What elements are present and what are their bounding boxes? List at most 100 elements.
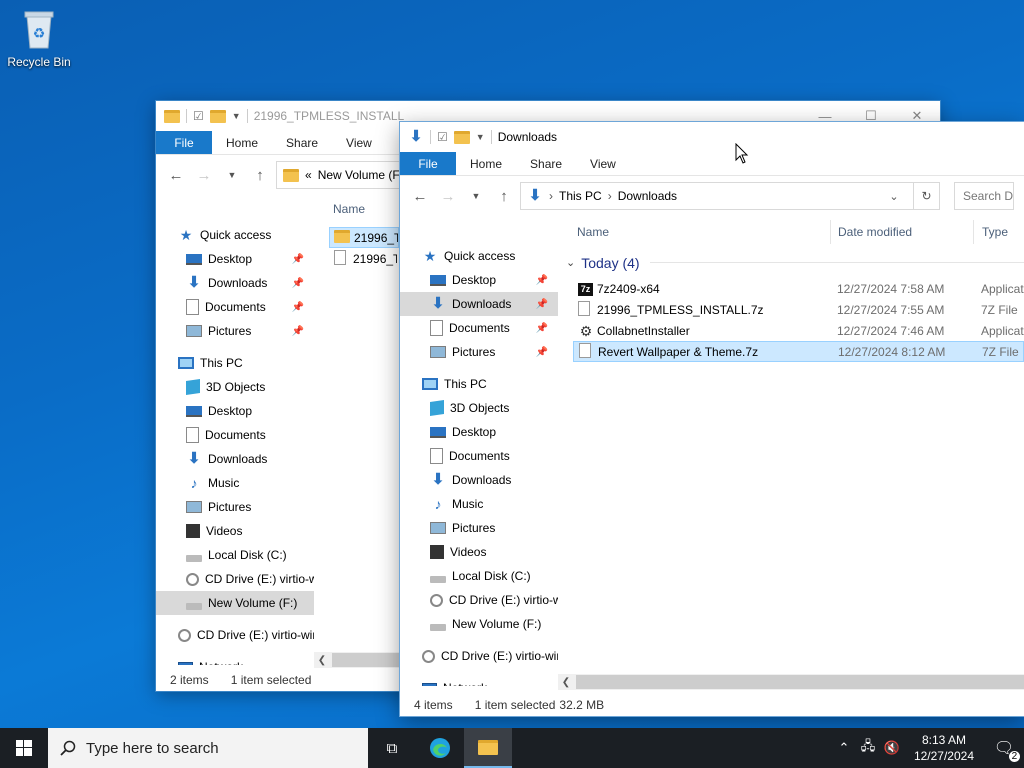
sidebar-item-desktop[interactable]: Desktop 📌 [400, 268, 558, 292]
sidebar-item-downloads[interactable]: ⬇ Downloads [156, 447, 314, 471]
sidebar-item-pictures[interactable]: Pictures [156, 495, 314, 519]
file-row[interactable]: 7z 7z2409-x64 12/27/2024 7:58 AM Applica… [573, 278, 1024, 299]
pin-icon[interactable]: 📌 [292, 254, 304, 265]
refresh-button[interactable]: ↻ [913, 183, 939, 209]
pin-icon[interactable]: 📌 [292, 302, 304, 313]
address-bar[interactable]: ⬇ › This PC › Downloads ⌄ ↻ [520, 182, 940, 210]
sidebar-item-new-volume-f[interactable]: New Volume (F:) [400, 612, 558, 636]
breadcrumb-this-pc[interactable]: This PC [559, 189, 602, 203]
forward-button[interactable]: → [436, 184, 460, 208]
pin-icon[interactable]: 📌 [536, 323, 548, 334]
breadcrumb-separator[interactable]: › [549, 189, 553, 203]
address-dropdown-icon[interactable]: ⌄ [881, 190, 907, 203]
pin-icon[interactable]: 📌 [536, 275, 548, 286]
taskbar-search-box[interactable]: Type here to search [48, 728, 368, 768]
new-folder-icon[interactable] [209, 109, 226, 123]
up-button[interactable]: ↑ [492, 184, 516, 208]
sidebar-item-videos[interactable]: Videos [156, 519, 314, 543]
sidebar-item-downloads[interactable]: ⬇ Downloads [400, 468, 558, 492]
task-view-button[interactable]: ⧉ [368, 728, 416, 768]
tab-view[interactable]: View [332, 131, 386, 154]
nav-cd-drive[interactable]: CD Drive (E:) virtio-win [400, 644, 558, 668]
sidebar-item-desktop[interactable]: Desktop 📌 [156, 247, 314, 271]
start-button[interactable] [0, 728, 48, 768]
chevron-down-icon[interactable]: ▼ [232, 111, 241, 121]
pin-icon[interactable]: 📌 [536, 299, 548, 310]
scrollbar-thumb[interactable] [332, 653, 402, 667]
sidebar-item-pictures[interactable]: Pictures 📌 [156, 319, 314, 343]
nav-network[interactable]: Network [400, 676, 558, 686]
chevron-up-icon[interactable]: ⌃ [832, 740, 856, 756]
pin-icon[interactable]: 📌 [536, 347, 548, 358]
tab-home[interactable]: Home [456, 152, 516, 175]
edge-button[interactable] [416, 728, 464, 768]
group-header-today[interactable]: ⌄ Today (4) [566, 252, 1024, 273]
sidebar-item-local-disk-c[interactable]: Local Disk (C:) [156, 543, 314, 567]
sidebar-item-videos[interactable]: Videos [400, 540, 558, 564]
breadcrumb-overflow[interactable]: « [305, 168, 312, 182]
sidebar-item-documents[interactable]: Documents 📌 [400, 316, 558, 340]
sidebar-item-cd-drive-e-virtio-win[interactable]: CD Drive (E:) virtio-win [156, 567, 314, 591]
back-button[interactable]: ← [164, 163, 188, 187]
chevron-down-icon[interactable]: ⌄ [566, 256, 575, 269]
nav-network[interactable]: Network [156, 655, 314, 665]
properties-icon[interactable]: ☑ [193, 109, 204, 123]
tab-file[interactable]: File [400, 152, 456, 175]
search-box[interactable]: Search Downloads [954, 182, 1014, 210]
sidebar-item-new-volume-f[interactable]: New Volume (F:) [156, 591, 314, 615]
file-row[interactable]: ⚙ CollabnetInstaller 12/27/2024 7:46 AM … [573, 320, 1024, 341]
pin-icon[interactable]: 📌 [292, 278, 304, 289]
sidebar-item-downloads[interactable]: ⬇ Downloads 📌 [400, 292, 558, 316]
breadcrumb-downloads[interactable]: Downloads [618, 189, 677, 203]
chevron-down-icon[interactable]: ▼ [476, 132, 485, 142]
sidebar-item-desktop[interactable]: Desktop [156, 399, 314, 423]
clock[interactable]: 8:13 AM 12/27/2024 [904, 732, 984, 764]
sidebar-item-music[interactable]: ♪ Music [400, 492, 558, 516]
nav-this-pc[interactable]: This PC [156, 351, 314, 375]
sidebar-item-3d-objects[interactable]: 3D Objects [400, 396, 558, 420]
file-row[interactable]: Revert Wallpaper & Theme.7z 12/27/2024 8… [573, 341, 1024, 362]
nav-quick-access[interactable]: ★ Quick access [156, 223, 314, 247]
sidebar-item-desktop[interactable]: Desktop [400, 420, 558, 444]
breadcrumb-separator[interactable]: › [608, 189, 612, 203]
horizontal-scrollbar[interactable]: ❮ [558, 674, 1024, 690]
sidebar-item-documents[interactable]: Documents [400, 444, 558, 468]
list-item[interactable]: 21996_TPMLESS_INSTALL [329, 227, 399, 248]
up-button[interactable]: ↑ [248, 163, 272, 187]
back-button[interactable]: ← [408, 184, 432, 208]
pin-icon[interactable]: 📌 [292, 326, 304, 337]
notification-center-button[interactable]: 🗨 2 [984, 738, 1024, 762]
recent-locations-button[interactable]: ▼ [220, 163, 244, 187]
nav-cd-drive[interactable]: CD Drive (E:) virtio-win [156, 623, 314, 647]
nav-this-pc[interactable]: This PC [400, 372, 558, 396]
column-header-name[interactable]: Name [577, 220, 831, 244]
file-explorer-button[interactable] [464, 728, 512, 768]
sidebar-item-documents[interactable]: Documents [156, 423, 314, 447]
sidebar-item-music[interactable]: ♪ Music [156, 471, 314, 495]
scroll-left-icon[interactable]: ❮ [314, 655, 330, 666]
address-bar[interactable]: « New Volume (F:) [276, 161, 416, 189]
properties-icon[interactable]: ☑ [437, 130, 448, 144]
sidebar-item-3d-objects[interactable]: 3D Objects [156, 375, 314, 399]
column-header-date-modified[interactable]: Date modified [838, 220, 974, 244]
scrollbar-thumb[interactable] [576, 675, 1024, 689]
sidebar-item-downloads[interactable]: ⬇ Downloads 📌 [156, 271, 314, 295]
sidebar-item-pictures[interactable]: Pictures 📌 [400, 340, 558, 364]
nav-quick-access[interactable]: ★ Quick access [400, 244, 558, 268]
tab-file[interactable]: File [156, 131, 212, 154]
title-bar[interactable]: ⬇ ☑ ▼ Downloads [400, 122, 1024, 152]
recent-locations-button[interactable]: ▼ [464, 184, 488, 208]
sidebar-item-documents[interactable]: Documents 📌 [156, 295, 314, 319]
sidebar-item-pictures[interactable]: Pictures [400, 516, 558, 540]
scroll-left-icon[interactable]: ❮ [558, 677, 574, 688]
horizontal-scrollbar[interactable]: ❮ [314, 652, 404, 668]
new-folder-icon[interactable] [453, 130, 470, 144]
tab-share[interactable]: Share [272, 131, 332, 154]
network-icon[interactable]: 🖧 [856, 737, 880, 759]
explorer-window-downloads[interactable]: ⬇ ☑ ▼ Downloads File Home Share View ← →… [400, 122, 1024, 716]
forward-button[interactable]: → [192, 163, 216, 187]
volume-muted-icon[interactable]: 🔇 [880, 740, 904, 756]
file-row[interactable]: 21996_TPMLESS_INSTALL.7z 12/27/2024 7:55… [573, 299, 1024, 320]
tab-view[interactable]: View [576, 152, 630, 175]
recycle-bin-shortcut[interactable]: ♻ Recycle Bin [4, 6, 74, 69]
